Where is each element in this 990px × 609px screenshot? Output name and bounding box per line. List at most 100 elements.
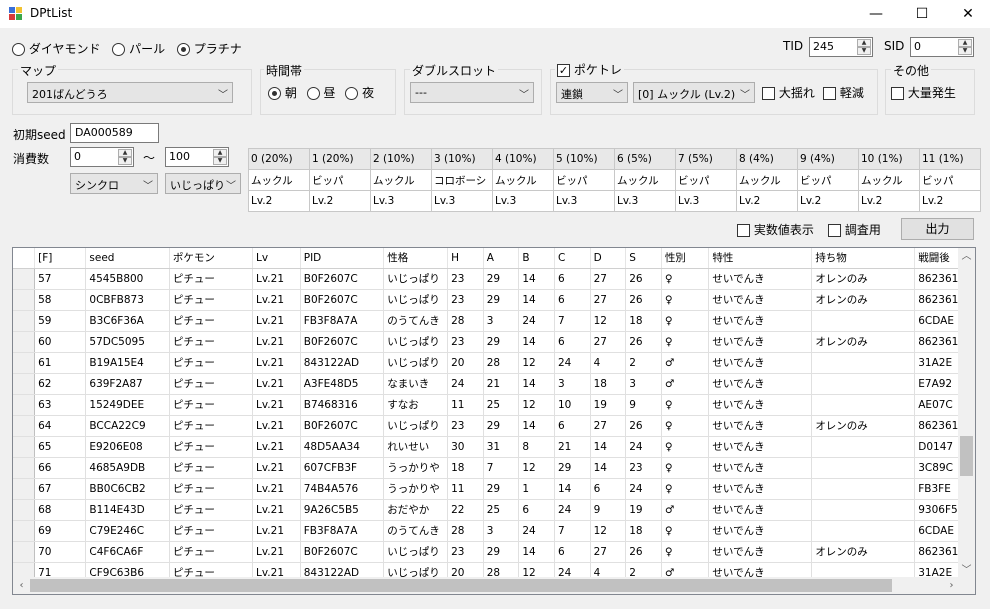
table-cell[interactable]: うっかりや <box>383 457 449 479</box>
table-cell[interactable]: 7 <box>554 310 591 332</box>
table-cell[interactable]: 3 <box>483 310 520 332</box>
column-header[interactable]: [F] <box>34 248 87 269</box>
table-cell[interactable]: 607CFB3F <box>300 457 385 479</box>
column-header[interactable]: ポケモン <box>169 248 254 269</box>
table-cell[interactable]: うっかりや <box>383 478 449 500</box>
big-shake-label[interactable]: 大揺れ <box>779 86 815 100</box>
table-cell[interactable]: すなお <box>383 394 449 416</box>
table-cell[interactable]: ♂ <box>661 499 710 521</box>
table-cell[interactable]: 639F2A87 <box>85 373 170 395</box>
table-cell[interactable]: ピチュー <box>169 310 254 332</box>
table-cell[interactable]: 12 <box>590 520 627 542</box>
row-header[interactable] <box>13 541 36 563</box>
table-cell[interactable]: A3FE48D5 <box>300 373 385 395</box>
table-cell[interactable]: せいでんき <box>708 478 813 500</box>
table-cell[interactable]: Lv.21 <box>252 268 301 290</box>
horizontal-scroll-thumb[interactable] <box>30 579 892 592</box>
row-header[interactable] <box>13 310 36 332</box>
table-cell[interactable]: 24 <box>625 436 662 458</box>
table-cell[interactable] <box>811 373 916 395</box>
table-cell[interactable]: 6 <box>590 478 627 500</box>
table-cell[interactable]: B0F2607C <box>300 289 385 311</box>
table-cell[interactable]: 14 <box>590 436 627 458</box>
table-cell[interactable]: 4685A9DB <box>85 457 170 479</box>
table-cell[interactable]: 29 <box>483 478 520 500</box>
swarm-checkbox[interactable] <box>891 87 904 100</box>
table-cell[interactable]: B114E43D <box>85 499 170 521</box>
table-cell[interactable]: いじっぱり <box>383 268 449 290</box>
table-cell[interactable]: ピチュー <box>169 415 254 437</box>
table-cell[interactable]: B0F2607C <box>300 415 385 437</box>
table-cell[interactable]: 26 <box>625 289 662 311</box>
horizontal-scrollbar[interactable]: ‹ › <box>13 577 960 594</box>
table-cell[interactable]: ピチュー <box>169 394 254 416</box>
consumption-max-down-arrow[interactable]: ▼ <box>213 157 227 165</box>
table-cell[interactable]: 19 <box>625 499 662 521</box>
table-cell[interactable]: ♀ <box>661 394 710 416</box>
real-stats-checkbox[interactable] <box>737 224 750 237</box>
table-cell[interactable]: 23 <box>447 415 484 437</box>
table-cell[interactable]: 10 <box>554 394 591 416</box>
table-cell[interactable]: 74B4A576 <box>300 478 385 500</box>
table-row[interactable]: 61 B19A15E4 ピチュー Lv.21 843122AD いじっぱり 20 28 12 24… <box>13 352 975 374</box>
table-cell[interactable]: 9 <box>590 499 627 521</box>
pokeradar-label[interactable]: ポケトレ <box>574 63 622 77</box>
table-cell[interactable]: 7 <box>483 457 520 479</box>
table-cell[interactable]: 67 <box>34 478 87 500</box>
table-cell[interactable]: 26 <box>625 415 662 437</box>
vertical-scroll-thumb[interactable] <box>960 436 973 476</box>
column-header[interactable]: Lv <box>252 248 301 269</box>
table-cell[interactable]: 3 <box>625 373 662 395</box>
table-cell[interactable]: 64 <box>34 415 87 437</box>
table-cell[interactable]: 23 <box>447 289 484 311</box>
table-cell[interactable]: 62 <box>34 373 87 395</box>
table-cell[interactable]: 6 <box>554 415 591 437</box>
table-cell[interactable]: 14 <box>518 373 555 395</box>
table-cell[interactable]: 7 <box>554 520 591 542</box>
table-cell[interactable]: ピチュー <box>169 478 254 500</box>
radio-night-label[interactable]: 夜 <box>362 86 374 100</box>
table-cell[interactable]: 28 <box>447 310 484 332</box>
table-cell[interactable]: 27 <box>590 331 627 353</box>
table-cell[interactable]: Lv.21 <box>252 289 301 311</box>
tid-input[interactable]: 245 ▲ ▼ <box>809 37 873 57</box>
table-cell[interactable]: 6 <box>518 499 555 521</box>
table-cell[interactable]: 58 <box>34 289 87 311</box>
table-cell[interactable]: 26 <box>625 268 662 290</box>
table-cell[interactable]: 18 <box>590 373 627 395</box>
table-cell[interactable]: 68 <box>34 499 87 521</box>
table-cell[interactable]: 29 <box>483 541 520 563</box>
consumption-min-input[interactable]: 0 ▲ ▼ <box>70 147 134 167</box>
table-cell[interactable]: 21 <box>554 436 591 458</box>
table-cell[interactable]: 8 <box>518 436 555 458</box>
table-cell[interactable]: 14 <box>518 541 555 563</box>
table-cell[interactable]: 69 <box>34 520 87 542</box>
column-header[interactable]: H <box>447 248 484 269</box>
table-cell[interactable]: 29 <box>483 268 520 290</box>
table-cell[interactable] <box>811 394 916 416</box>
table-cell[interactable]: せいでんき <box>708 331 813 353</box>
table-cell[interactable]: ♀ <box>661 541 710 563</box>
table-cell[interactable]: 66 <box>34 457 87 479</box>
table-cell[interactable]: B7468316 <box>300 394 385 416</box>
table-cell[interactable]: 27 <box>590 541 627 563</box>
table-row[interactable]: 60 57DC5095 ピチュー Lv.21 B0F2607C いじっぱり 23 29 14 6 2… <box>13 331 975 353</box>
table-cell[interactable]: 21 <box>483 373 520 395</box>
real-stats-label[interactable]: 実数値表示 <box>754 223 814 237</box>
scroll-up-icon[interactable]: ︿ <box>958 248 975 265</box>
table-cell[interactable]: B0F2607C <box>300 331 385 353</box>
table-row[interactable]: 67 BB0C6CB2 ピチュー Lv.21 74B4A576 うっかりや 11 29 1 14 6… <box>13 478 975 500</box>
table-cell[interactable]: 11 <box>447 478 484 500</box>
seed-input[interactable]: DA000589 <box>70 123 159 143</box>
row-header[interactable] <box>13 478 36 500</box>
table-cell[interactable] <box>811 457 916 479</box>
table-cell[interactable] <box>811 310 916 332</box>
research-toggle[interactable]: 調査用 <box>828 221 881 238</box>
column-header[interactable]: 性別 <box>661 248 710 269</box>
column-header[interactable]: S <box>625 248 662 269</box>
table-cell[interactable]: 12 <box>518 352 555 374</box>
table-cell[interactable]: 12 <box>518 457 555 479</box>
table-cell[interactable]: B0F2607C <box>300 541 385 563</box>
lead-select[interactable]: シンクロ ﹀ <box>70 173 158 194</box>
table-cell[interactable]: C4F6CA6F <box>85 541 170 563</box>
